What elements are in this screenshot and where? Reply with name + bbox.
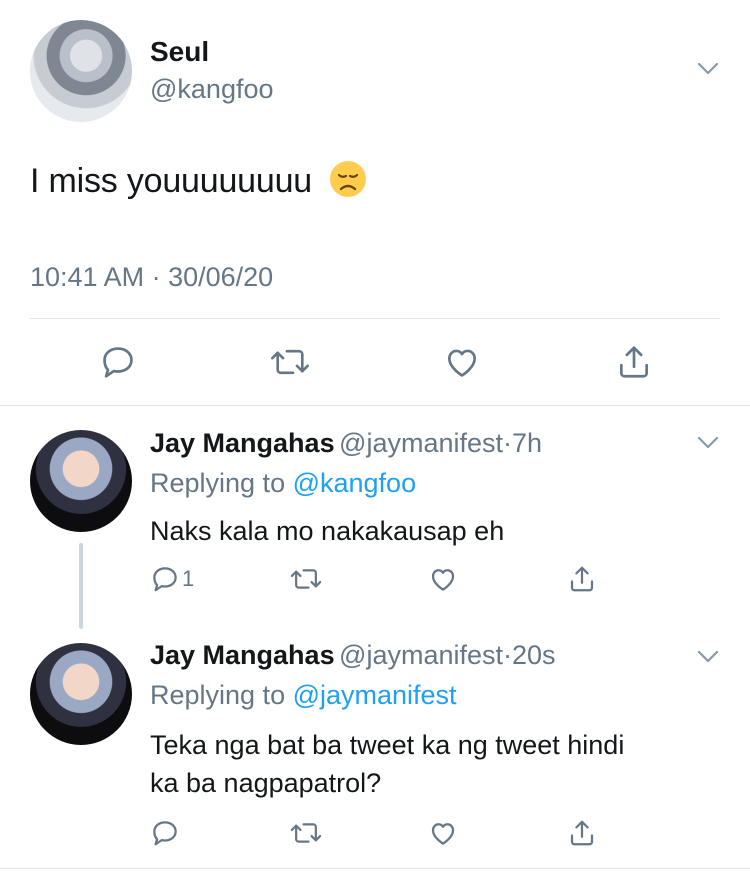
reply-action-reply[interactable]: 1 bbox=[150, 564, 194, 594]
separator-dot: · bbox=[503, 428, 513, 458]
tweet-timestamp[interactable]: 10:41 AM · 30/06/20 bbox=[30, 262, 273, 293]
chevron-down-icon[interactable] bbox=[697, 436, 719, 450]
retweet-icon[interactable] bbox=[270, 342, 310, 382]
share-icon[interactable] bbox=[567, 564, 597, 594]
reply-icon[interactable] bbox=[98, 342, 138, 382]
separator-dot: · bbox=[503, 640, 513, 670]
retweet-icon[interactable] bbox=[290, 564, 322, 594]
reply-count: 1 bbox=[182, 566, 195, 591]
reply-author-name[interactable]: Jay Mangahas bbox=[150, 640, 335, 670]
author-handle[interactable]: @kangfoo bbox=[150, 74, 274, 105]
reply-header: Jay Mangahas @jaymanifest·20s bbox=[150, 640, 556, 671]
chevron-down-icon[interactable] bbox=[697, 650, 719, 664]
reply-text: Naks kala mo nakakausap eh bbox=[150, 516, 505, 546]
replying-to-link[interactable]: @kangfoo bbox=[293, 468, 417, 498]
like-icon[interactable] bbox=[428, 818, 458, 848]
replying-to-link[interactable]: @jaymanifest bbox=[293, 680, 457, 710]
replying-to-label: Replying to bbox=[150, 680, 293, 710]
reply-avatar[interactable] bbox=[30, 430, 132, 532]
section-divider bbox=[0, 405, 750, 406]
reply-author-handle[interactable]: @jaymanifest bbox=[339, 428, 503, 458]
reply-icon[interactable] bbox=[150, 564, 180, 594]
tweet-text-body: I miss youuuuuuuu bbox=[30, 162, 312, 200]
like-icon[interactable] bbox=[428, 564, 458, 594]
reply-icon[interactable] bbox=[150, 818, 180, 848]
reply-header: Jay Mangahas @jaymanifest·7h bbox=[150, 428, 542, 459]
bottom-divider bbox=[0, 868, 750, 869]
reply-author-handle[interactable]: @jaymanifest bbox=[339, 640, 503, 670]
retweet-icon[interactable] bbox=[290, 818, 322, 848]
chevron-down-icon[interactable] bbox=[697, 62, 719, 76]
reply-author-name[interactable]: Jay Mangahas bbox=[150, 428, 335, 458]
share-icon[interactable] bbox=[614, 342, 654, 382]
like-icon[interactable] bbox=[442, 342, 482, 382]
replying-to-line: Replying to @kangfoo bbox=[150, 468, 416, 499]
reply-avatar[interactable] bbox=[30, 643, 132, 745]
author-avatar[interactable] bbox=[30, 20, 132, 122]
replying-to-line: Replying to @jaymanifest bbox=[150, 680, 457, 711]
thread-line bbox=[79, 543, 83, 629]
share-icon[interactable] bbox=[567, 818, 597, 848]
reply-text-line: Teka nga bat ba tweet ka ng tweet hindi bbox=[150, 730, 625, 760]
tweet-text: I miss youuuuuuuu bbox=[30, 160, 367, 201]
author-name[interactable]: Seul bbox=[150, 36, 209, 68]
divider bbox=[30, 318, 720, 319]
replying-to-label: Replying to bbox=[150, 468, 293, 498]
reply-time: 7h bbox=[512, 428, 543, 458]
disappointed-face-emoji bbox=[329, 160, 367, 198]
reply-text-line: ka ba nagpapatrol? bbox=[150, 768, 382, 798]
reply-text: Teka nga bat ba tweet ka ng tweet hindi … bbox=[150, 726, 624, 802]
reply-time: 20s bbox=[512, 640, 556, 670]
